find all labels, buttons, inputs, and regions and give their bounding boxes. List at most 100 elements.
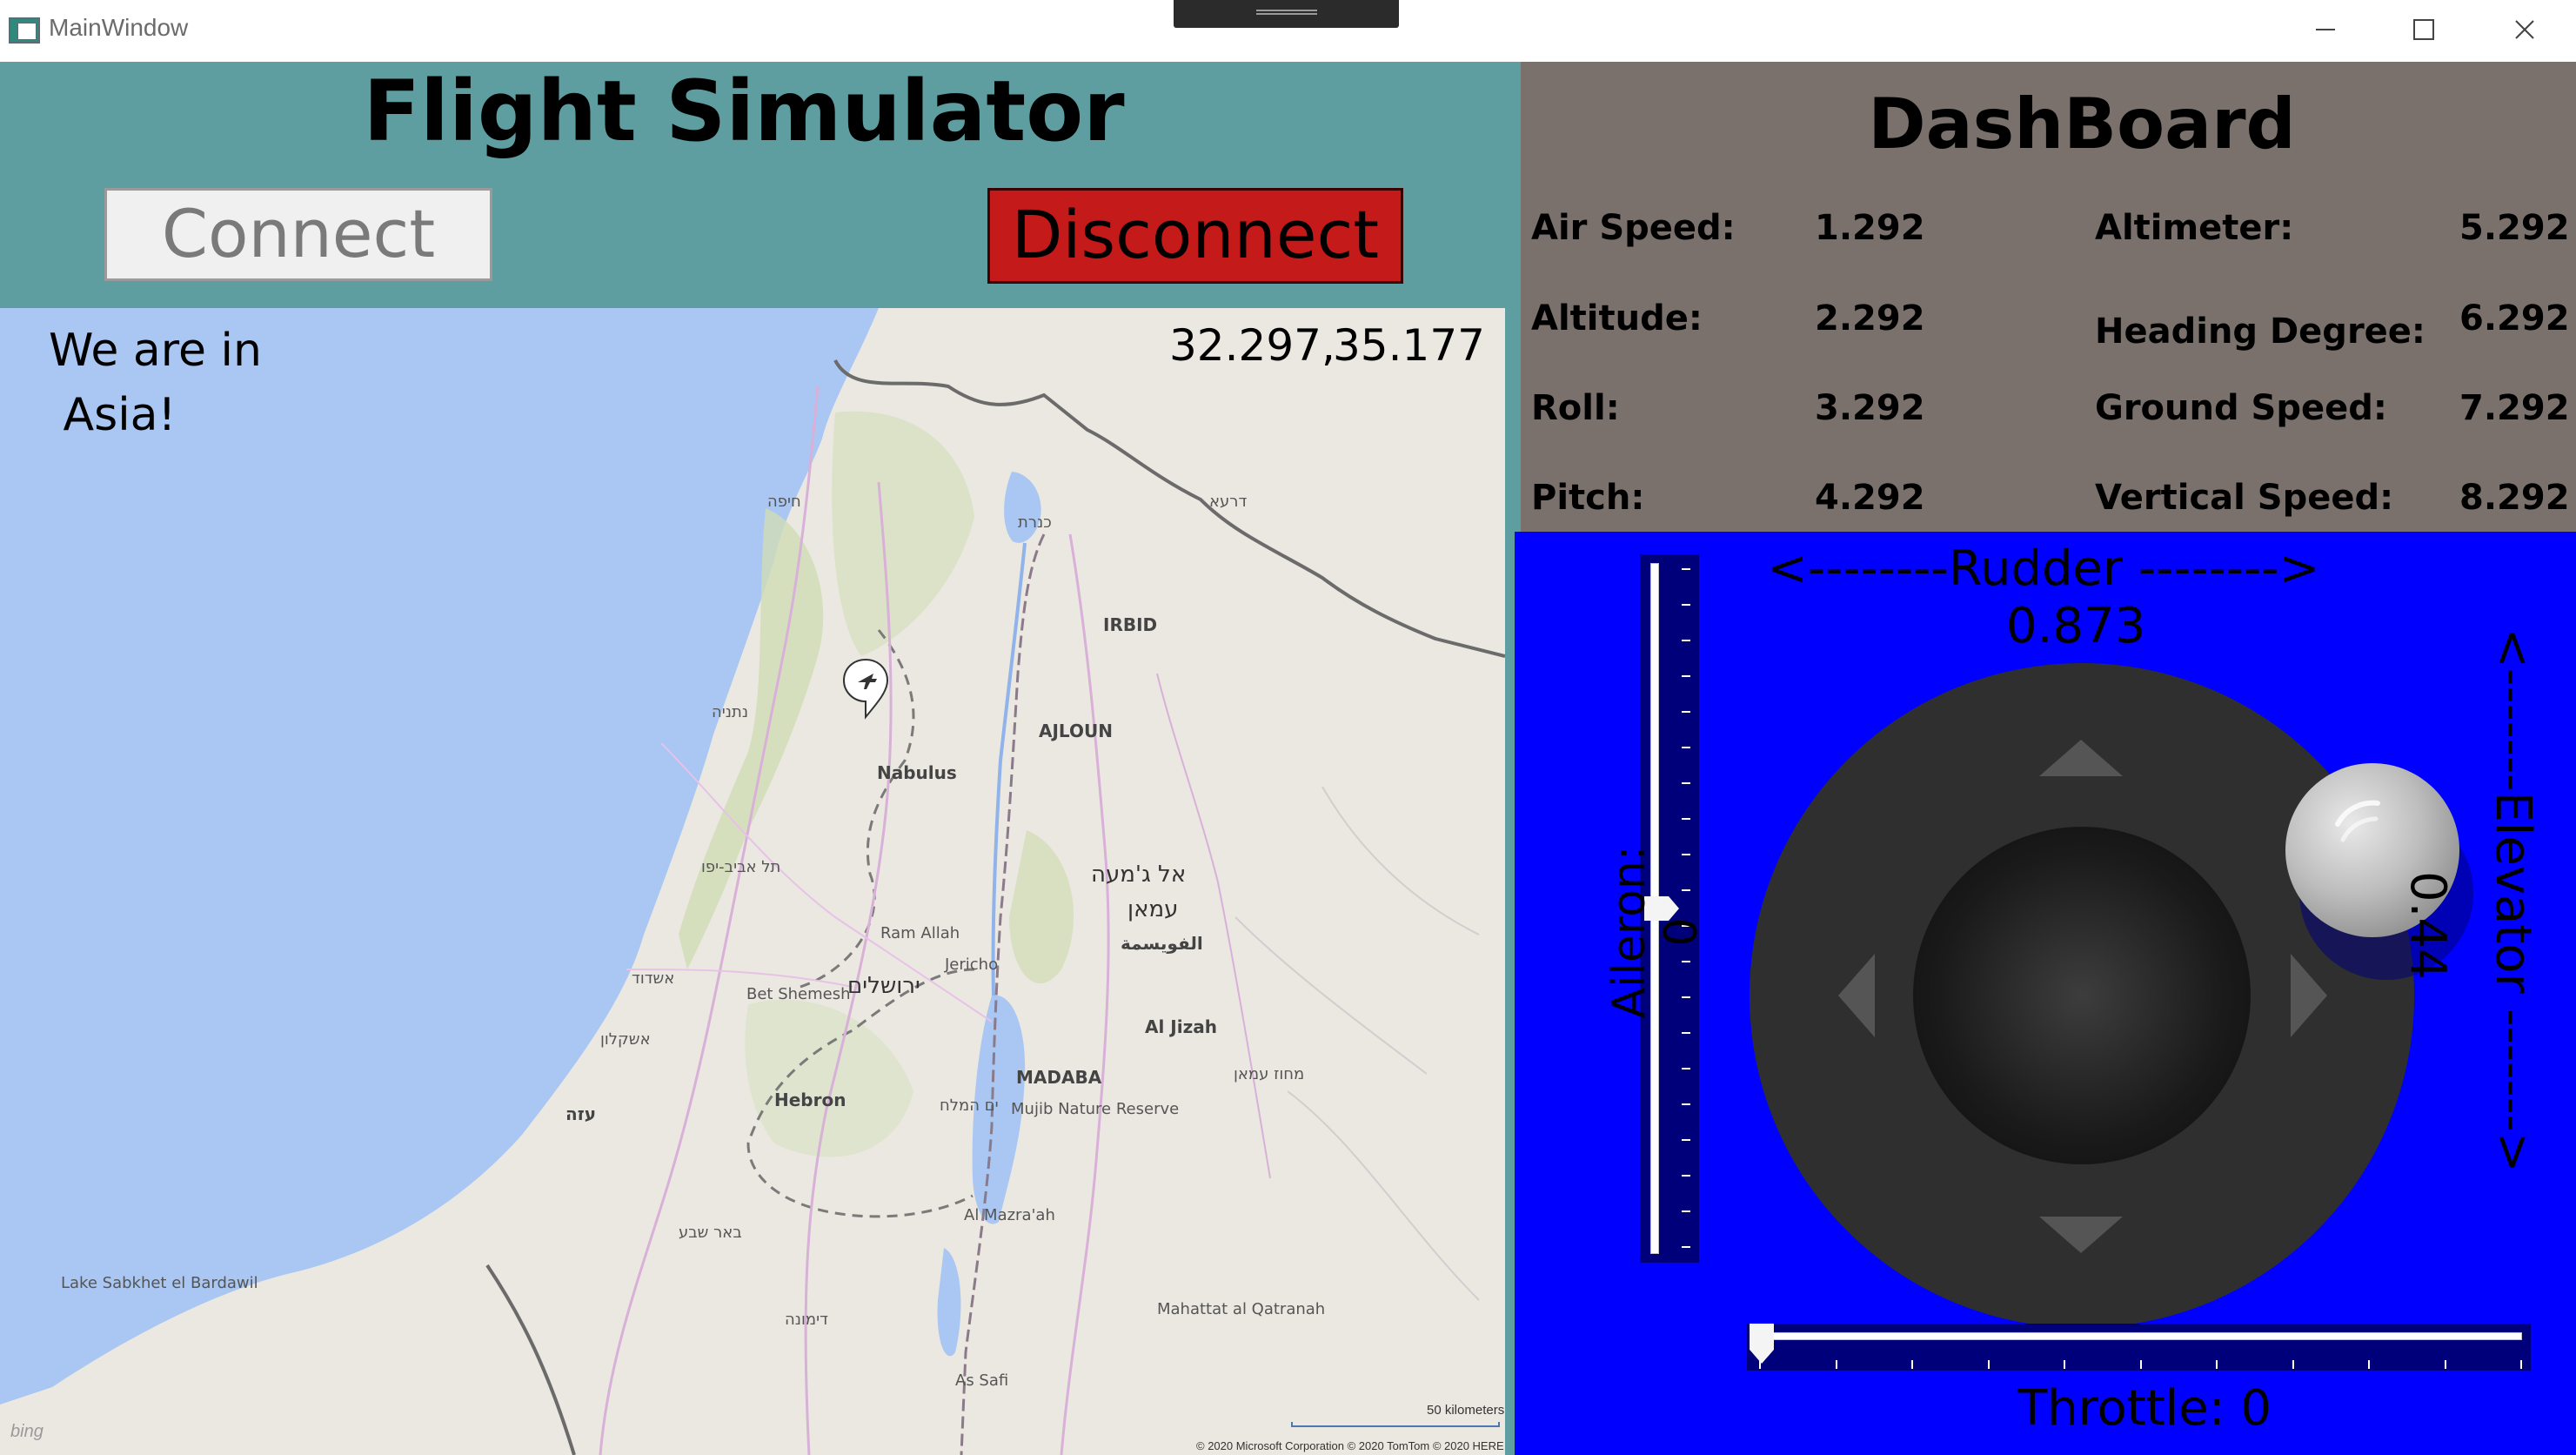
heading-degree-value: 6.292 (2459, 298, 2570, 339)
altimeter-value: 5.292 (2459, 208, 2570, 248)
map-place-label: דרעא (1209, 493, 1248, 511)
slider-tick (2520, 1360, 2522, 1369)
arrow-up-icon (2039, 740, 2123, 776)
map-place-label: עזה (565, 1103, 597, 1124)
slider-tick (1682, 711, 1690, 713)
disconnect-button[interactable]: Disconnect (987, 188, 1403, 284)
throttle-label: Throttle: 0 (2017, 1380, 2272, 1437)
map-place-label: אשדוד (632, 969, 675, 988)
slider-tick (1682, 1210, 1690, 1212)
slider-tick (1682, 854, 1690, 855)
slider-tick (1911, 1360, 1913, 1369)
air-speed-label: Air Speed: (1531, 208, 1736, 248)
altitude-label: Altitude: (1531, 298, 1703, 339)
ground-speed-label: Ground Speed: (2095, 388, 2387, 428)
slider-tick (2064, 1360, 2065, 1369)
map-place-label: באר שבע (679, 1224, 742, 1242)
map-place-label: Bet Shemesh (746, 985, 851, 1003)
slider-tick (1682, 1175, 1690, 1177)
slider-tick (1682, 747, 1690, 748)
map-region-text: We are in Asia! (49, 325, 262, 441)
slider-tick (1682, 782, 1690, 784)
map-place-label: Nabulus (877, 762, 957, 783)
minimize-icon (2316, 29, 2335, 30)
vertical-speed-value: 8.292 (2459, 478, 2570, 518)
slider-tick (1682, 640, 1690, 641)
heading-degree-label: Heading Degree: (2095, 312, 2425, 352)
dashboard-title: DashBoard (1868, 84, 2296, 164)
map-place-label: Jericho (945, 955, 999, 974)
roll-value: 3.292 (1815, 388, 1925, 428)
connect-button[interactable]: Connect (104, 188, 492, 281)
title-bar[interactable]: MainWindow (0, 0, 2576, 63)
slider-tick (1682, 961, 1690, 962)
close-button[interactable] (2499, 7, 2551, 52)
joystick-center (1913, 827, 2251, 1164)
map-place-label: דימונה (785, 1311, 828, 1329)
map-scale-label: 50 kilometers (1427, 1403, 1505, 1418)
slider-tick (1682, 675, 1690, 677)
elevator-label: <-------Elevator -------> (2485, 627, 2541, 1173)
slider-tick (1682, 1139, 1690, 1141)
drag-handle[interactable] (1174, 0, 1399, 28)
map-place-label: Ram Allah (880, 924, 960, 942)
slider-tick (1682, 604, 1690, 606)
close-icon (2515, 20, 2534, 39)
aileron-label: Aileron: 0 (1603, 845, 1708, 1019)
slider-tick (1682, 818, 1690, 820)
slider-tick (1682, 568, 1690, 570)
map-place-label: עמאן (1127, 896, 1179, 922)
elevator-value: 0.44 (2399, 871, 2456, 980)
map-place-label: الفويسمة (1121, 933, 1203, 954)
slider-tick (2444, 1360, 2446, 1369)
slider-tick (1682, 996, 1690, 998)
arrow-left-icon (1838, 954, 1875, 1037)
altitude-value: 2.292 (1815, 298, 1925, 339)
map-scale-bar (1291, 1422, 1500, 1427)
controls-panel: Aileron: 0 <--------Rudder --------> 0.8… (1515, 532, 2576, 1455)
map-place-label: אשקלון (600, 1030, 651, 1049)
slider-tick (1682, 1068, 1690, 1069)
map-place-label: אל ג'מעה (1091, 862, 1187, 888)
map-place-label: מחוז עמאן (1234, 1065, 1305, 1083)
map-place-label: כנרת (1018, 513, 1052, 532)
rudder-label: <--------Rudder --------> (1767, 540, 2320, 597)
map-place-label: Lake Sabkhet el Bardawil (61, 1274, 258, 1292)
slider-tick (1682, 1103, 1690, 1105)
throttle-slider[interactable] (1747, 1324, 2531, 1371)
map-place-label: Hebron (774, 1090, 846, 1110)
latitude-readout: 32.297, (1169, 320, 1335, 371)
map-place-label: ירושלים (847, 973, 920, 999)
map-place-label: חיפה (767, 493, 801, 511)
slider-tick (2139, 1360, 2142, 1369)
slider-tick (2292, 1360, 2294, 1369)
slider-tick (2216, 1360, 2218, 1369)
map-place-label: Mujib Nature Reserve (1011, 1100, 1180, 1118)
slider-tick (1987, 1360, 1990, 1369)
ground-speed-value: 7.292 (2459, 388, 2570, 428)
slider-tick (1682, 1032, 1690, 1034)
roll-label: Roll: (1531, 388, 1620, 428)
bing-logo: bing (10, 1422, 43, 1441)
dashboard-panel: DashBoard Air Speed: 1.292 Altitude: 2.2… (1521, 62, 2576, 532)
minimize-button[interactable] (2299, 7, 2352, 52)
vertical-speed-label: Vertical Speed: (2095, 478, 2394, 518)
app-icon (9, 17, 40, 44)
app-header: Flight Simulator Connect Disconnect (0, 62, 1521, 308)
map-place-label: Al Jizah (1145, 1016, 1217, 1037)
map-place-label: ים המלח (940, 1096, 999, 1115)
map-place-label: Mahattat al Qatranah (1157, 1300, 1326, 1318)
maximize-icon (2413, 19, 2434, 40)
arrow-right-icon (2291, 954, 2327, 1037)
pitch-value: 4.292 (1815, 478, 1925, 518)
map-place-label: MADABA (1016, 1067, 1102, 1088)
maximize-button[interactable] (2398, 7, 2450, 52)
map-view[interactable]: We are in Asia! 32.297, 35.177 Nabulus IR… (0, 308, 1505, 1455)
map-place-label: AJLOUN (1039, 721, 1113, 741)
app-title: Flight Simulator (363, 63, 1125, 160)
slider-tick (1682, 889, 1690, 891)
map-place-label: Al Mazra'ah (964, 1206, 1055, 1224)
throttle-track (1756, 1332, 2522, 1340)
throttle-thumb[interactable] (1750, 1324, 1774, 1364)
map-place-label: נתניה (712, 703, 749, 721)
